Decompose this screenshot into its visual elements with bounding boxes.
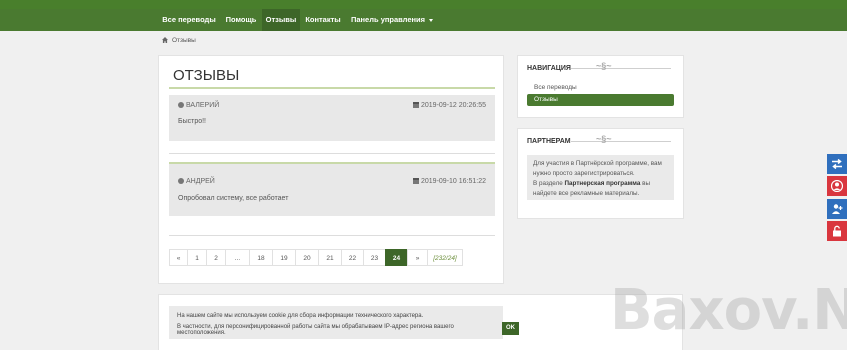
swap-arrows-icon bbox=[832, 158, 842, 170]
cookie-text-line-1: На нашем сайте мы используем cookie для … bbox=[177, 313, 424, 319]
page-link[interactable]: 1 bbox=[187, 249, 207, 266]
sidebar-partners-title: ПАРТНЕРАМ bbox=[527, 138, 571, 145]
nav-contacts[interactable]: Контакты bbox=[302, 9, 344, 31]
profile-float-button[interactable] bbox=[827, 176, 847, 196]
partners-text-pre: В разделе bbox=[533, 180, 565, 187]
title-divider bbox=[571, 68, 671, 69]
breadcrumb: Отзывы bbox=[162, 37, 196, 44]
review-card: АНДРЕЙ 2019-09-10 16:51:22 Опробовал сис… bbox=[169, 164, 495, 216]
page-info: [232/24] bbox=[427, 249, 463, 266]
page-link[interactable]: 2 bbox=[206, 249, 226, 266]
page-link[interactable]: 22 bbox=[341, 249, 364, 266]
page-link[interactable]: 21 bbox=[318, 249, 342, 266]
lock-icon bbox=[833, 225, 841, 237]
review-date-value: 2019-09-12 20:26:55 bbox=[421, 102, 486, 109]
sidebar-item-reviews[interactable]: Отзывы bbox=[527, 94, 674, 106]
sidebar-item-all-transfers[interactable]: Все переводы bbox=[527, 82, 674, 94]
home-icon[interactable] bbox=[162, 37, 168, 43]
review-text: Быстро!! bbox=[178, 118, 207, 125]
cookie-notice: На нашем сайте мы используем cookie для … bbox=[169, 306, 503, 339]
ornament-icon: ~§~ bbox=[596, 134, 612, 144]
page-title: ОТЗЫВЫ bbox=[173, 67, 240, 84]
page-ellipsis: ... bbox=[225, 249, 250, 266]
breadcrumb-current: Отзывы bbox=[172, 37, 196, 44]
review-author-name: ВАЛЕРИЙ bbox=[186, 102, 220, 109]
title-divider bbox=[571, 141, 671, 142]
page-link[interactable]: 18 bbox=[249, 249, 273, 266]
sidebar-nav-title: НАВИГАЦИЯ bbox=[527, 65, 571, 72]
user-icon bbox=[178, 102, 184, 108]
title-underline bbox=[169, 87, 495, 89]
cookie-ok-button[interactable]: OK bbox=[502, 322, 519, 335]
nav-help[interactable]: Помощь bbox=[222, 9, 260, 31]
calendar-icon bbox=[413, 102, 419, 108]
divider bbox=[169, 153, 495, 154]
page-link[interactable]: 19 bbox=[272, 249, 296, 266]
add-user-icon bbox=[832, 204, 843, 214]
review-author: АНДРЕЙ bbox=[178, 178, 215, 185]
top-strip bbox=[0, 0, 847, 9]
review-date: 2019-09-10 16:51:22 bbox=[413, 178, 486, 185]
login-float-button[interactable] bbox=[827, 221, 847, 241]
page-link[interactable]: 20 bbox=[295, 249, 319, 266]
page-prev[interactable]: « bbox=[169, 249, 188, 266]
review-author: ВАЛЕРИЙ bbox=[178, 102, 219, 109]
user-icon bbox=[178, 178, 184, 184]
cookie-text-line-2: В частности, для персонифицированной раб… bbox=[177, 324, 454, 336]
user-circle-icon bbox=[831, 180, 843, 192]
nav-control-panel[interactable]: Панель управления bbox=[346, 9, 438, 31]
page-next[interactable]: » bbox=[407, 249, 428, 266]
caret-down-icon bbox=[429, 18, 434, 22]
register-float-button[interactable] bbox=[827, 199, 847, 219]
review-date-value: 2019-09-10 16:51:22 bbox=[421, 178, 486, 185]
review-card: ВАЛЕРИЙ 2019-09-12 20:26:55 Быстро!! bbox=[169, 95, 495, 141]
watermark: Baxov.Net bbox=[610, 278, 847, 343]
review-text: Опробовал систему, все работает bbox=[178, 195, 289, 202]
review-date: 2019-09-12 20:26:55 bbox=[413, 102, 486, 109]
divider bbox=[169, 235, 495, 236]
nav-control-panel-label: Панель управления bbox=[350, 15, 426, 24]
ornament-icon: ~§~ bbox=[596, 61, 612, 71]
nav-reviews[interactable]: Отзывы bbox=[262, 9, 300, 31]
partners-info: Для участия в Партнёрской программе, вам… bbox=[527, 155, 674, 200]
calendar-icon bbox=[413, 178, 419, 184]
nav-all-transfers[interactable]: Все переводы bbox=[158, 9, 220, 31]
partners-text: Для участия в Партнёрской программе, вам… bbox=[533, 160, 662, 177]
page-current[interactable]: 24 bbox=[385, 249, 408, 266]
page-link[interactable]: 23 bbox=[363, 249, 386, 266]
review-author-name: АНДРЕЙ bbox=[186, 178, 215, 185]
transfer-float-button[interactable] bbox=[827, 154, 847, 174]
partners-program-link: Партнерская программа bbox=[564, 180, 641, 187]
